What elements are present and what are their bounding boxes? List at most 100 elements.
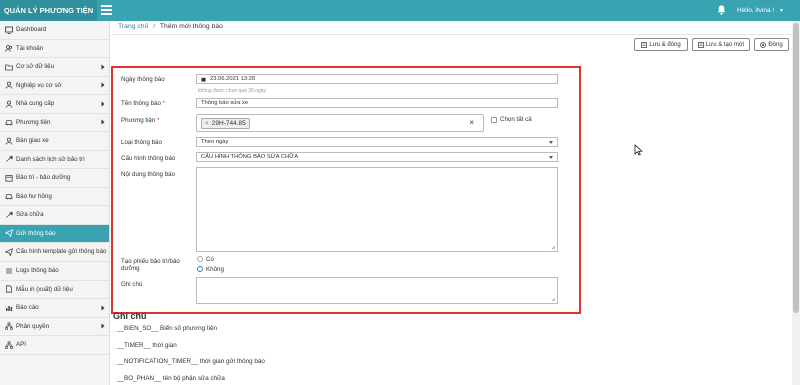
sidebar-item[interactable]: Bảo trì - bảo dưỡng: [0, 169, 109, 188]
sidebar-item[interactable]: Bàn giao xe: [0, 132, 109, 151]
sidebar-item[interactable]: API: [0, 336, 109, 355]
hamburger-menu-icon[interactable]: [101, 5, 112, 15]
car-icon: [5, 120, 13, 126]
sidebar-item[interactable]: Gửi thông báo: [0, 224, 109, 243]
document-icon: [697, 41, 704, 48]
user-menu[interactable]: Hello, itvina ! ▼: [737, 0, 784, 22]
user-icon: [5, 81, 13, 89]
resize-handle-icon[interactable]: [551, 245, 556, 250]
breadcrumb: Trang chủ / Thêm mới thông báo: [118, 23, 223, 30]
sidebar-item-label: Bảo trì - bảo dưỡng: [16, 174, 71, 182]
type-select[interactable]: Theo ngày: [196, 137, 558, 147]
chart-icon: [6, 305, 13, 311]
sidebar-item-label: Nghiệp vụ cơ sở: [16, 81, 62, 89]
ticket-label: Tạo phiếu bảo trì/bảo dưỡng: [121, 258, 180, 272]
sidebar-item[interactable]: Báo hư hỏng: [0, 188, 109, 206]
sidebar-item[interactable]: Dashboard: [0, 21, 109, 40]
save-close-button[interactable]: Lưu & đóng: [634, 38, 688, 51]
name-input[interactable]: Thông báo sửa xe: [196, 98, 558, 108]
calendar-icon: [201, 77, 206, 82]
chevron-right-icon: [101, 101, 105, 107]
note-textarea[interactable]: [196, 277, 558, 304]
sidebar-item[interactable]: Báo cáo: [0, 299, 109, 318]
ticket-no-radio[interactable]: [197, 266, 203, 272]
note-line: __BIEN_SO__ Biển số phương tiện: [117, 325, 218, 332]
sidebar-item-label: Mẫu in (xuất) dữ liệu: [16, 285, 73, 293]
wrench-icon: [6, 211, 13, 218]
type-label: Loại thông báo: [121, 139, 162, 146]
sidebar-item-label: Tài khoản: [16, 44, 44, 52]
vehicle-select[interactable]: × 29H-744.85 ×: [196, 114, 484, 132]
vehicle-tag[interactable]: × 29H-744.85: [201, 117, 250, 129]
sidebar-item[interactable]: Tài khoản: [0, 40, 109, 58]
clear-icon[interactable]: ×: [469, 118, 474, 127]
resize-handle-icon[interactable]: [551, 297, 556, 302]
date-label: Ngày thông báo: [121, 76, 165, 83]
content-textarea[interactable]: [196, 167, 558, 252]
sidebar-item[interactable]: Phân quyền: [0, 318, 109, 336]
note-line: __NOTIFICATION_TIMER__ thời gian gửi thô…: [117, 358, 265, 365]
chevron-right-icon: [101, 323, 105, 329]
notes-title: Ghi chú: [113, 311, 147, 321]
breadcrumb-separator: /: [153, 23, 156, 30]
sidebar-item[interactable]: Nhà cung cấp: [0, 95, 109, 114]
sidebar-item[interactable]: Cơ sở dữ liệu: [0, 58, 109, 77]
document-icon: [6, 285, 12, 293]
sidebar-item[interactable]: Cấu hình template gửi thông báo: [0, 243, 109, 262]
chevron-down-icon: ▼: [779, 8, 784, 14]
select-all-checkbox[interactable]: [491, 117, 497, 123]
save-new-button[interactable]: Lưu & tạo mới: [692, 38, 750, 51]
list-icon: [6, 268, 12, 274]
app-title[interactable]: QUẢN LÝ PHƯƠNG TIỆN: [0, 0, 97, 21]
config-value: CẤU HÌNH THÔNG BÁO SỬA CHỮA: [201, 154, 299, 160]
scrollbar-thumb[interactable]: [793, 23, 799, 313]
document-icon: [641, 41, 648, 48]
divider: [112, 34, 792, 35]
close-icon: [760, 41, 767, 48]
breadcrumb-current: Thêm mới thông báo: [159, 23, 223, 30]
page-scrollbar[interactable]: [792, 21, 800, 385]
sidebar-item[interactable]: Logs thông báo: [0, 262, 109, 281]
sidebar-item-label: Sửa chữa: [16, 211, 44, 219]
sidebar-item[interactable]: Sửa chữa: [0, 206, 109, 225]
config-select[interactable]: CẤU HÌNH THÔNG BÁO SỬA CHỮA: [196, 152, 558, 162]
sidebar-item[interactable]: Mẫu in (xuất) dữ liệu: [0, 281, 109, 299]
sidebar-item-label: Logs thông báo: [16, 267, 59, 275]
date-value: 23.06.2021 13:28: [210, 76, 256, 82]
sidebar-item[interactable]: Phương tiện: [0, 114, 109, 132]
breadcrumb-home[interactable]: Trang chủ: [118, 23, 148, 30]
chevron-down-icon: [549, 156, 553, 159]
sidebar-item-label: Báo cáo: [16, 304, 39, 312]
close-button[interactable]: Đóng: [754, 38, 789, 51]
ticket-no-label: Không: [206, 266, 224, 273]
chevron-right-icon: [101, 82, 105, 88]
vehicle-tag-label: 29H-744.85: [211, 119, 246, 127]
ticket-yes-radio[interactable]: [197, 256, 203, 262]
send-icon: [5, 248, 13, 256]
folder-icon: [5, 64, 13, 71]
sidebar-item[interactable]: Nghiệp vụ cơ sở: [0, 77, 109, 95]
chevron-down-icon: [549, 141, 553, 144]
sidebar-item[interactable]: Danh sách lịch sử bảo trì: [0, 151, 109, 169]
bell-icon[interactable]: [716, 4, 727, 16]
date-hint: không được chọn quá 30 ngày: [198, 88, 267, 94]
users-icon: [5, 45, 13, 52]
chevron-right-icon: [101, 305, 105, 311]
user-icon: [5, 137, 13, 145]
note-label: Ghi chú: [121, 281, 143, 288]
remove-tag-icon[interactable]: ×: [205, 120, 209, 127]
mouse-cursor-icon: [634, 144, 643, 156]
sidebar-item-label: Cấu hình template gửi thông báo: [16, 247, 107, 255]
user-icon: [5, 100, 13, 108]
save-close-label: Lưu & đóng: [649, 41, 681, 48]
monitor-icon: [5, 26, 13, 34]
sidebar-item-label: Gửi thông báo: [16, 229, 56, 237]
sidebar-item-label: API: [16, 341, 26, 349]
save-new-label: Lưu & tạo mới: [705, 41, 745, 48]
select-all-label: Chọn tất cả: [500, 116, 532, 123]
sidebar-item-label: Phân quyền: [16, 322, 50, 330]
ticket-yes-label: Có: [206, 256, 214, 263]
date-field[interactable]: 23.06.2021 13:28: [196, 74, 558, 84]
send-icon: [5, 229, 13, 238]
sidebar: Dashboard Tài khoản Cơ sở dữ liệu Nghiệp vụ…: [0, 21, 110, 385]
